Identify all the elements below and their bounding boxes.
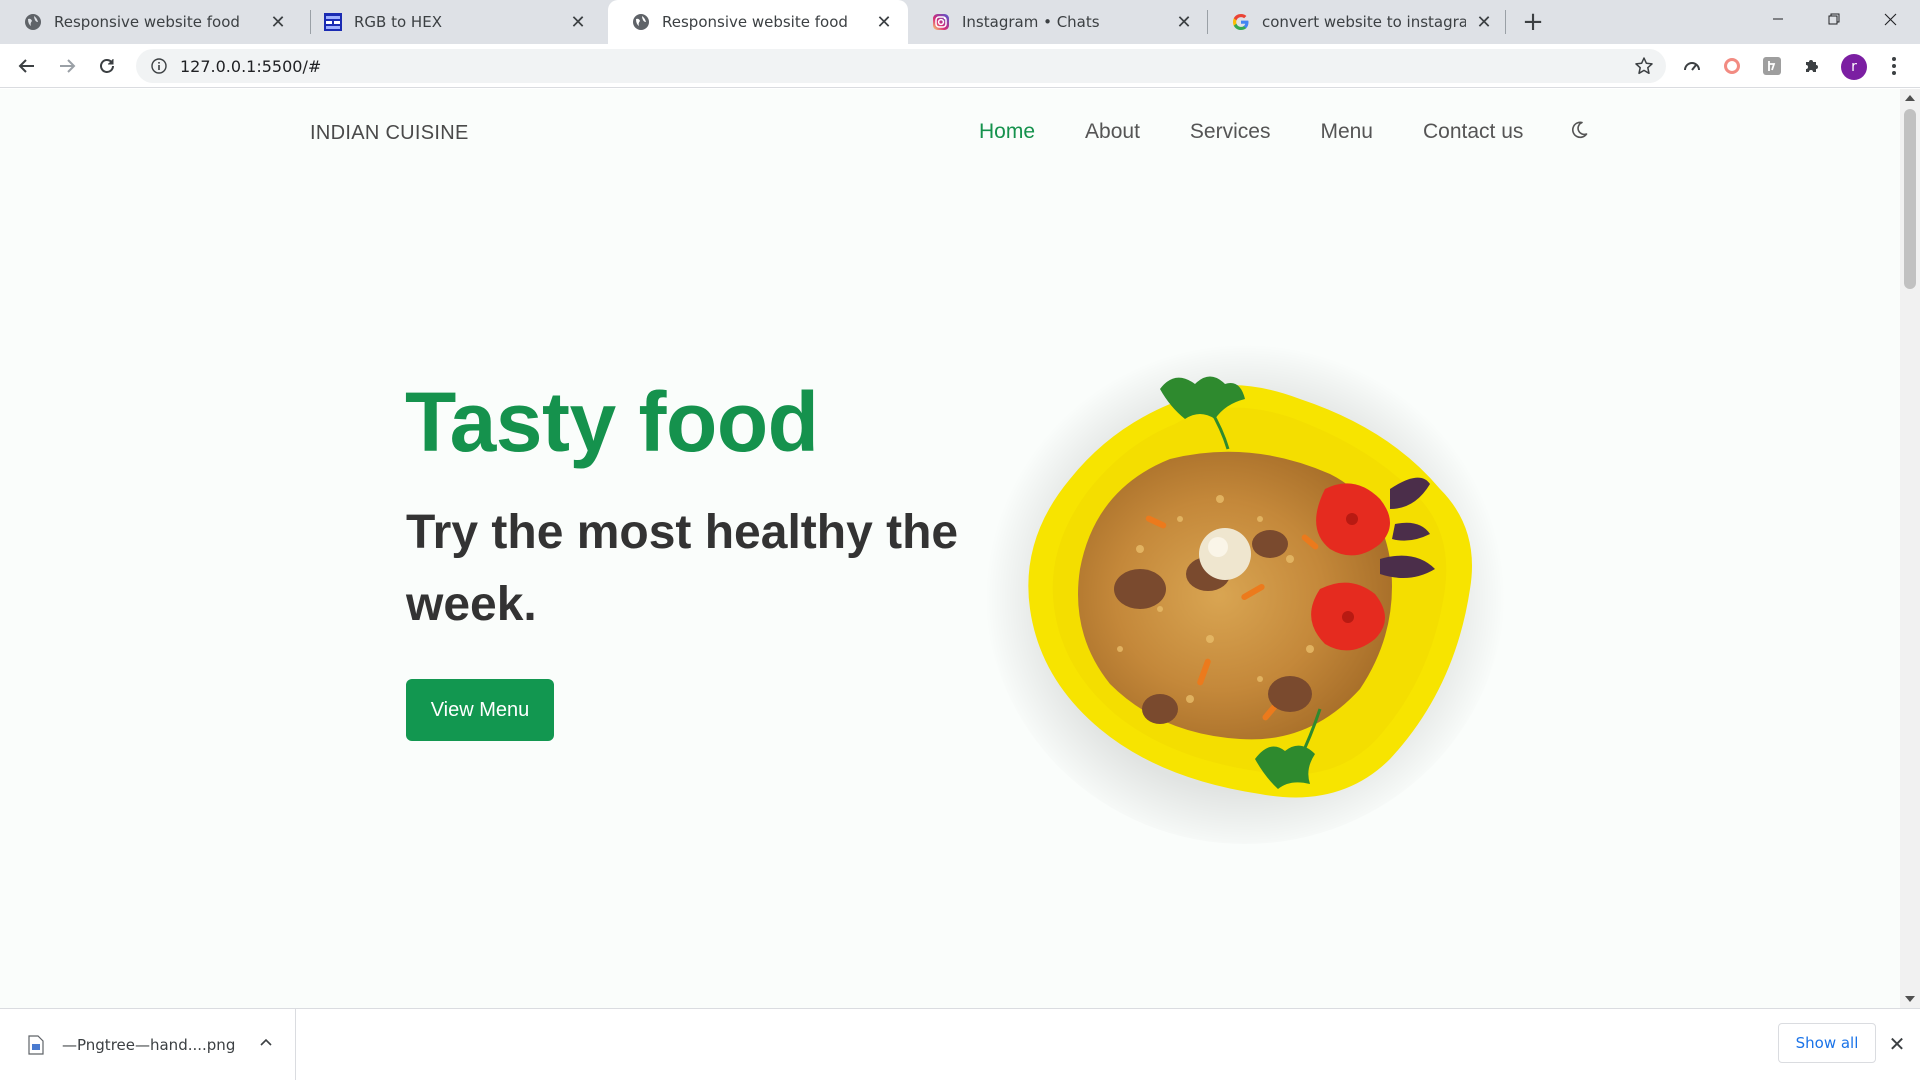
- food-plate-image: [985, 334, 1505, 844]
- nav-link-menu[interactable]: Menu: [1320, 120, 1373, 144]
- close-downloads-icon[interactable]: ✕: [1886, 1032, 1908, 1056]
- extensions-puzzle-icon[interactable]: [1800, 54, 1824, 78]
- back-button[interactable]: [12, 51, 42, 81]
- rgbhex-site-icon: [324, 13, 342, 31]
- close-window-button[interactable]: [1862, 0, 1918, 38]
- tab-responsive-website-food-active[interactable]: Responsive website food ✕: [608, 0, 908, 44]
- scroll-up-arrow-icon[interactable]: [1905, 95, 1915, 101]
- close-icon: [1884, 13, 1896, 25]
- minimize-button[interactable]: [1750, 0, 1806, 38]
- scroll-down-arrow-icon[interactable]: [1905, 996, 1915, 1002]
- tab-google-search[interactable]: convert website to instagram pos ✕: [1208, 0, 1508, 44]
- close-tab-icon[interactable]: ✕: [1174, 12, 1194, 33]
- restore-icon: [1828, 13, 1840, 25]
- globe-icon: [632, 13, 650, 31]
- show-all-button[interactable]: Show all: [1778, 1023, 1876, 1063]
- tab-title: Responsive website food: [662, 13, 848, 31]
- tab-title: Instagram • Chats: [962, 13, 1100, 31]
- tab-divider: [1505, 10, 1506, 34]
- close-tab-icon[interactable]: ✕: [874, 12, 894, 33]
- hero-subtitle: Try the most healthy the week.: [406, 506, 959, 631]
- site-nav: Home About Services Menu Contact us: [979, 120, 1573, 144]
- reload-button[interactable]: [92, 51, 122, 81]
- nav-link-services[interactable]: Services: [1190, 120, 1271, 144]
- downloads-bar: —Pngtree—hand....png Show all ✕: [0, 1008, 1920, 1080]
- download-filename: —Pngtree—hand....png: [62, 1036, 236, 1054]
- translate-extension-icon[interactable]: [1760, 54, 1784, 78]
- scrollbar-thumb[interactable]: [1904, 109, 1916, 289]
- hero-title: Tasty food: [405, 375, 819, 469]
- close-tab-icon[interactable]: ✕: [268, 12, 288, 33]
- file-icon: [28, 1035, 44, 1055]
- view-menu-button[interactable]: View Menu: [406, 679, 554, 741]
- tab-instagram-chats[interactable]: Instagram • Chats ✕: [908, 0, 1208, 44]
- download-item[interactable]: —Pngtree—hand....png: [0, 1009, 296, 1080]
- tab-rgb-to-hex[interactable]: RGB to HEX ✕: [300, 0, 602, 44]
- nav-link-about[interactable]: About: [1085, 120, 1140, 144]
- forward-button[interactable]: [52, 51, 82, 81]
- close-tab-icon[interactable]: ✕: [568, 12, 588, 33]
- site-info-icon[interactable]: [150, 57, 168, 75]
- page-viewport: INDIAN CUISINE Home About Services Menu …: [0, 89, 1900, 1008]
- tab-title: convert website to instagram pos: [1262, 13, 1466, 31]
- minimize-icon: [1773, 18, 1783, 20]
- nav-link-contact[interactable]: Contact us: [1423, 120, 1523, 144]
- site-logo[interactable]: INDIAN CUISINE: [310, 122, 469, 145]
- tab-responsive-website-food-1[interactable]: Responsive website food ✕: [0, 0, 302, 44]
- browser-toolbar: 127.0.0.1:5500/# r: [0, 44, 1920, 88]
- arrow-left-icon: [18, 59, 34, 73]
- speed-extension-icon[interactable]: [1680, 54, 1704, 78]
- profile-avatar[interactable]: r: [1841, 54, 1867, 80]
- bookmark-star-icon[interactable]: [1634, 56, 1654, 76]
- browser-menu-icon[interactable]: [1882, 54, 1906, 78]
- arrow-right-icon: [60, 59, 76, 73]
- reload-icon: [100, 59, 114, 73]
- nav-link-home[interactable]: Home: [979, 120, 1035, 144]
- chevron-up-icon[interactable]: [258, 1035, 274, 1051]
- globe-icon: [24, 13, 42, 31]
- moon-icon[interactable]: [1569, 120, 1591, 142]
- restore-button[interactable]: [1806, 0, 1862, 38]
- tab-strip: Responsive website food ✕ RGB to HEX ✕ R…: [0, 0, 1920, 44]
- new-tab-button[interactable]: +: [1519, 7, 1547, 37]
- address-bar[interactable]: 127.0.0.1:5500/#: [136, 49, 1666, 83]
- url-text[interactable]: 127.0.0.1:5500/#: [180, 57, 321, 76]
- ring-extension-icon[interactable]: [1720, 54, 1744, 78]
- google-icon: [1232, 13, 1250, 31]
- tab-title: RGB to HEX: [354, 13, 442, 31]
- instagram-icon: [932, 13, 950, 31]
- tab-title: Responsive website food: [54, 13, 240, 31]
- close-tab-icon[interactable]: ✕: [1474, 12, 1494, 33]
- page-scrollbar[interactable]: [1900, 89, 1920, 1008]
